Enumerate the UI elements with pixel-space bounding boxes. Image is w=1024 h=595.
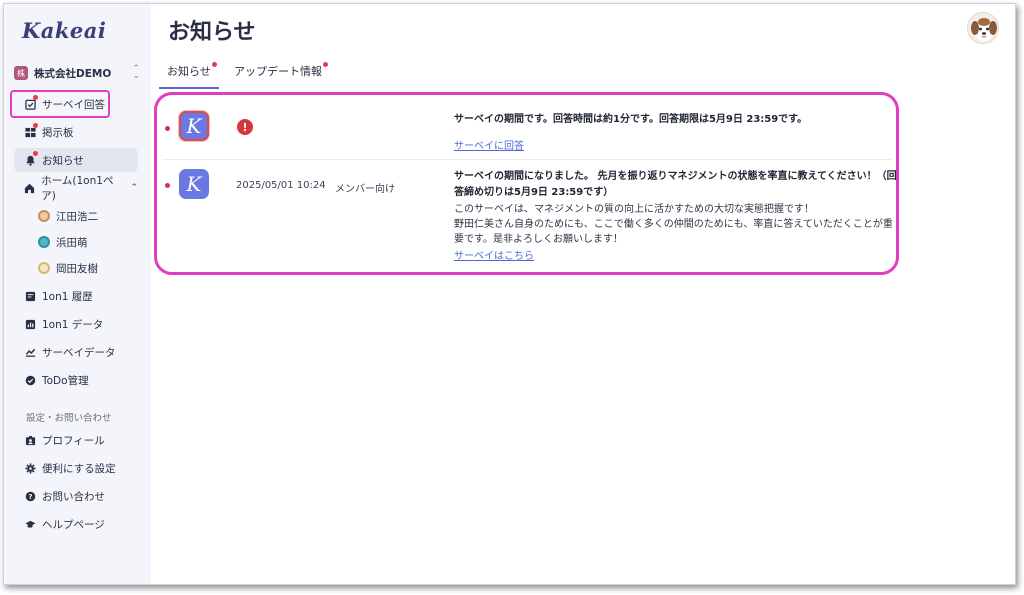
alert-icon: ! xyxy=(237,119,253,135)
history-icon xyxy=(24,290,36,302)
notification-body-line-3: 要です。是非よろしくお願いします！ xyxy=(454,234,623,245)
chart-icon xyxy=(24,318,36,330)
notification-title: サーベイの期間です。回答時間は約1分です。回答期限は5月9日 23:59です。 xyxy=(454,114,808,125)
sidebar-item-label: 掲示板 xyxy=(42,126,74,139)
sidebar-item-label: お知らせ xyxy=(42,154,84,167)
sidebar-item-label: 浜田萌 xyxy=(56,236,88,249)
sidebar-item-survey-data[interactable]: サーベイデータ xyxy=(14,340,138,364)
company-switcher[interactable]: 株 株式会社DEMO ⌃ ⌄ xyxy=(14,63,140,83)
sidebar-item-label: 1on1 履歴 xyxy=(42,290,93,303)
sidebar-item-contact[interactable]: ? お問い合わせ xyxy=(14,484,138,508)
survey-data-icon xyxy=(24,346,36,358)
tab-label: お知らせ xyxy=(167,65,211,78)
sidebar-item-label: プロフィール xyxy=(42,434,105,447)
unread-badge xyxy=(323,62,328,67)
company-name: 株式会社DEMO xyxy=(34,67,112,80)
home-icon xyxy=(24,182,35,194)
dog-avatar-icon xyxy=(971,18,997,41)
survey-here-link[interactable]: サーベイはこちら xyxy=(454,247,534,262)
avatar-icon xyxy=(38,210,50,222)
chevron-updown-icon: ⌃ ⌄ xyxy=(132,64,140,81)
notification-body-line-2: 野田仁美さん自身のためにも、ここで働く多くの仲間のためにも、率直に答えていただく… xyxy=(454,219,893,230)
unread-indicator xyxy=(165,126,170,131)
company-badge-icon: 株 xyxy=(14,66,28,80)
chevron-up-icon[interactable]: ⌃ xyxy=(130,183,138,193)
survey-check-icon xyxy=(24,95,38,110)
avatar-icon xyxy=(38,236,50,248)
kakeai-logo-icon: K xyxy=(179,169,209,199)
tab-notifications[interactable]: お知らせ xyxy=(159,62,219,89)
unread-badge xyxy=(33,123,38,128)
sidebar-item-1on1-history[interactable]: 1on1 履歴 xyxy=(14,284,138,308)
sidebar-item-label: 便利にする設定 xyxy=(42,462,116,475)
sidebar-item-label: サーベイデータ xyxy=(42,346,116,359)
avatar-icon xyxy=(38,262,50,274)
unread-badge xyxy=(33,151,38,156)
sidebar-item-notifications[interactable]: お知らせ xyxy=(14,148,138,172)
tab-bar: お知らせ アップデート情報 xyxy=(154,59,1004,89)
graduation-cap-icon xyxy=(24,518,36,530)
sidebar-item-home[interactable]: ホーム(1on1ペア) ⌃ xyxy=(14,175,138,202)
notification-audience: メンバー向け xyxy=(335,184,395,195)
board-icon xyxy=(24,123,38,138)
bell-icon xyxy=(24,151,38,166)
question-icon: ? xyxy=(24,490,36,502)
profile-icon xyxy=(24,434,36,446)
sidebar-item-preferences[interactable]: 便利にする設定 xyxy=(14,456,138,480)
sidebar-item-profile[interactable]: プロフィール xyxy=(14,428,138,452)
unread-badge xyxy=(33,95,38,100)
survey-answer-link[interactable]: サーベイに回答 xyxy=(454,137,524,152)
tab-label: アップデート情報 xyxy=(234,65,322,78)
sidebar-item-label: ホーム(1on1ペア) xyxy=(41,175,114,202)
notification-title-line-1: サーベイの期間になりました。 先月を振り返りマネジメントの状態を率直に教えてくだ… xyxy=(454,171,897,182)
sidebar-item-todo[interactable]: ToDo管理 xyxy=(14,368,138,392)
notification-body-line-1: このサーベイは、マネジメントの質の向上に活かすための大切な実態把握です！ xyxy=(454,204,814,215)
sidebar-item-board[interactable]: 掲示板 xyxy=(14,120,138,144)
sidebar-item-pair-3[interactable]: 岡田友樹 xyxy=(14,256,138,280)
sidebar-item-label: 岡田友樹 xyxy=(56,262,98,275)
user-avatar[interactable] xyxy=(967,12,999,44)
sidebar-item-label: ToDo管理 xyxy=(42,374,89,387)
gear-icon xyxy=(24,462,36,474)
sidebar-item-survey-answer[interactable]: サーベイ回答 xyxy=(14,92,138,116)
unread-indicator xyxy=(165,183,170,188)
kakeai-logo[interactable]: Kakeai xyxy=(22,18,106,43)
todo-icon xyxy=(24,374,36,386)
notification-date: 2025/05/01 10:24 xyxy=(236,180,326,191)
sidebar-item-help[interactable]: ヘルプページ xyxy=(14,512,138,536)
settings-section-label: 設定・お問い合わせ xyxy=(26,413,112,424)
sidebar-item-label: 江田浩二 xyxy=(56,210,98,223)
page-title: お知らせ xyxy=(168,20,256,45)
kakeai-logo-icon: K xyxy=(179,111,209,141)
sidebar-item-pair-1[interactable]: 江田浩二 xyxy=(14,204,138,228)
sidebar-item-label: ヘルプページ xyxy=(42,518,105,531)
sidebar: Kakeai 株 株式会社DEMO ⌃ ⌄ サーベイ回答 掲示板 お知らせ ホー… xyxy=(4,4,151,584)
sidebar-item-label: 1on1 データ xyxy=(42,318,104,331)
svg-text:?: ? xyxy=(28,492,32,500)
notification-title-line-2: 答締め切りは5月9日 23:59です） xyxy=(454,187,614,198)
tab-updates[interactable]: アップデート情報 xyxy=(234,62,328,89)
row-divider xyxy=(162,159,892,160)
sidebar-item-1on1-data[interactable]: 1on1 データ xyxy=(14,312,138,336)
app-window: Kakeai 株 株式会社DEMO ⌃ ⌄ サーベイ回答 掲示板 お知らせ ホー… xyxy=(3,3,1016,585)
sidebar-item-pair-2[interactable]: 浜田萌 xyxy=(14,230,138,254)
sidebar-item-label: お問い合わせ xyxy=(42,490,105,503)
sidebar-item-label: サーベイ回答 xyxy=(42,98,105,111)
unread-badge xyxy=(211,62,217,67)
